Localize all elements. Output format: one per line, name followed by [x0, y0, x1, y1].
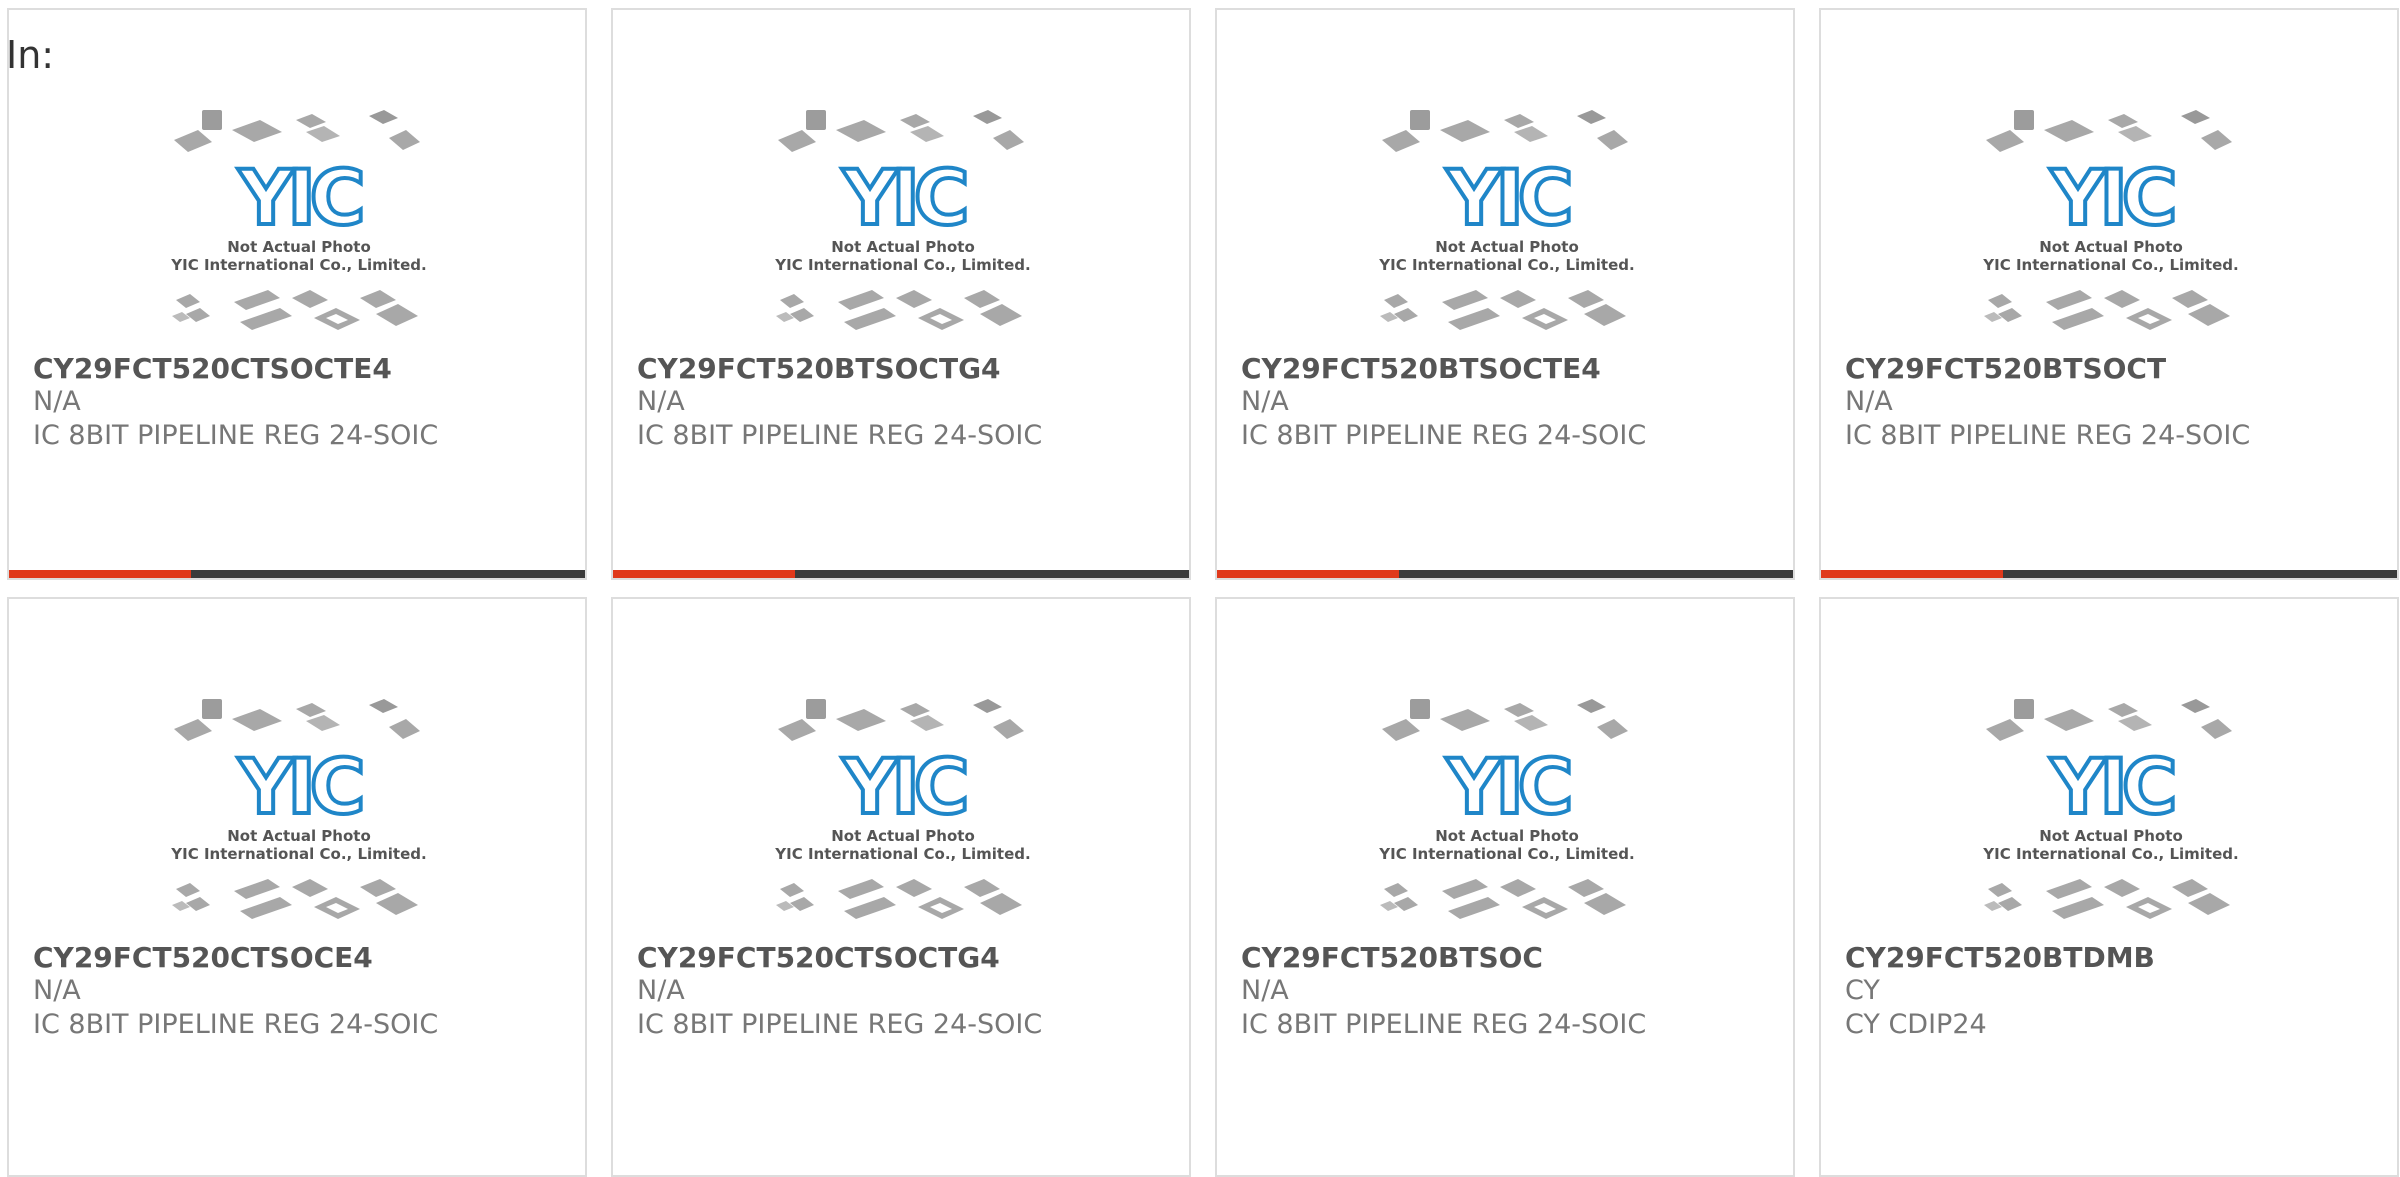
part-number-link[interactable]: CY29FCT520CTSOCE4	[33, 941, 373, 975]
manufacturer-text: N/A	[1241, 386, 1289, 417]
card-bottom-bar	[9, 570, 585, 578]
caption-line1: Not Actual Photo	[2039, 238, 2183, 256]
yic-logo: YIC	[237, 742, 360, 831]
product-card[interactable]: YIC Not Actual Photo YIC International Co.…	[611, 8, 1191, 580]
caption-line2: YIC International Co., Limited.	[1982, 256, 2238, 274]
caption-line2: YIC International Co., Limited.	[1378, 256, 1634, 274]
manufacturer-text: N/A	[33, 975, 81, 1006]
caption-line1: Not Actual Photo	[227, 238, 371, 256]
product-photo-placeholder[interactable]: YIC Not Actual Photo YIC International Co.…	[164, 691, 434, 936]
card-bottom-bar	[1217, 570, 1793, 578]
description-text: IC 8BIT PIPELINE REG 24-SOIC	[33, 420, 439, 451]
chip-cluster-bottom	[1380, 879, 1626, 919]
card-bar-accent	[1217, 570, 1399, 578]
description-text: CY CDIP24	[1845, 1009, 1987, 1040]
card-bottom-bar	[613, 570, 1189, 578]
chip-cluster-bottom	[172, 879, 418, 919]
yic-logo: YIC	[841, 153, 964, 242]
description-text: IC 8BIT PIPELINE REG 24-SOIC	[637, 420, 1043, 451]
manufacturer-text: N/A	[33, 386, 81, 417]
yic-logo: YIC	[2049, 153, 2172, 242]
manufacturer-text: N/A	[1241, 975, 1289, 1006]
part-number-link[interactable]: CY29FCT520BTSOC	[1241, 941, 1543, 975]
filter-in-label: In:	[6, 33, 55, 77]
caption-line2: YIC International Co., Limited.	[170, 845, 426, 863]
yic-logo: YIC	[237, 153, 360, 242]
product-photo-placeholder[interactable]: YIC Not Actual Photo YIC International Co.…	[1372, 102, 1642, 347]
product-card[interactable]: YIC Not Actual Photo YIC International Co.…	[7, 597, 587, 1177]
yic-logo: YIC	[2049, 742, 2172, 831]
chip-cluster-bottom	[776, 879, 1022, 919]
product-photo-placeholder[interactable]: YIC Not Actual Photo YIC International Co.…	[1976, 102, 2246, 347]
product-card[interactable]: YIC Not Actual Photo YIC International Co.…	[1819, 597, 2399, 1177]
description-text: IC 8BIT PIPELINE REG 24-SOIC	[1241, 420, 1647, 451]
chip-cluster-top	[174, 699, 420, 741]
part-number-link[interactable]: CY29FCT520BTSOCTG4	[637, 352, 1001, 386]
caption-line1: Not Actual Photo	[1435, 238, 1579, 256]
chip-cluster-bottom	[1380, 290, 1626, 330]
card-bar-accent	[613, 570, 795, 578]
description-text: IC 8BIT PIPELINE REG 24-SOIC	[1845, 420, 2251, 451]
product-card[interactable]: YIC Not Actual Photo YIC International Co.…	[1819, 8, 2399, 580]
caption-line1: Not Actual Photo	[831, 238, 975, 256]
product-card[interactable]: YIC Not Actual Photo YIC International Co.…	[1215, 597, 1795, 1177]
product-card[interactable]: YIC Not Actual Photo YIC International Co.…	[1215, 8, 1795, 580]
yic-logo: YIC	[841, 742, 964, 831]
chip-cluster-bottom	[172, 290, 418, 330]
chip-cluster-bottom	[1984, 290, 2230, 330]
card-bar-accent	[1821, 570, 2003, 578]
yic-logo: YIC	[1445, 742, 1568, 831]
description-text: IC 8BIT PIPELINE REG 24-SOIC	[637, 1009, 1043, 1040]
caption-line2: YIC International Co., Limited.	[170, 256, 426, 274]
part-number-link[interactable]: CY29FCT520BTDMB	[1845, 941, 2155, 975]
description-text: IC 8BIT PIPELINE REG 24-SOIC	[33, 1009, 439, 1040]
product-card[interactable]: YIC Not Actual Photo YIC International Co.…	[611, 597, 1191, 1177]
card-bar-accent	[9, 570, 191, 578]
part-number-link[interactable]: CY29FCT520BTSOCTE4	[1241, 352, 1601, 386]
chip-cluster-top	[174, 110, 420, 152]
product-photo-placeholder[interactable]: YIC Not Actual Photo YIC International Co.…	[1372, 691, 1642, 936]
caption-line1: Not Actual Photo	[2039, 827, 2183, 845]
caption-line1: Not Actual Photo	[1435, 827, 1579, 845]
chip-cluster-top	[1382, 110, 1628, 152]
card-bottom-bar	[1821, 570, 2397, 578]
product-photo-placeholder[interactable]: YIC Not Actual Photo YIC International Co.…	[164, 102, 434, 347]
manufacturer-text: N/A	[637, 386, 685, 417]
description-text: IC 8BIT PIPELINE REG 24-SOIC	[1241, 1009, 1647, 1040]
part-number-link[interactable]: CY29FCT520BTSOCT	[1845, 352, 2166, 386]
caption-line2: YIC International Co., Limited.	[1378, 845, 1634, 863]
product-photo-placeholder[interactable]: YIC Not Actual Photo YIC International Co.…	[768, 102, 1038, 347]
caption-line2: YIC International Co., Limited.	[1982, 845, 2238, 863]
caption-line2: YIC International Co., Limited.	[774, 256, 1030, 274]
caption-line1: Not Actual Photo	[227, 827, 371, 845]
yic-logo: YIC	[1445, 153, 1568, 242]
chip-cluster-top	[1382, 699, 1628, 741]
caption-line1: Not Actual Photo	[831, 827, 975, 845]
part-number-link[interactable]: CY29FCT520CTSOCTG4	[637, 941, 1000, 975]
caption-line2: YIC International Co., Limited.	[774, 845, 1030, 863]
chip-cluster-bottom	[1984, 879, 2230, 919]
product-photo-placeholder[interactable]: YIC Not Actual Photo YIC International Co.…	[768, 691, 1038, 936]
chip-cluster-bottom	[776, 290, 1022, 330]
manufacturer-text: N/A	[1845, 386, 1893, 417]
product-card[interactable]: YIC Not Actual Photo YIC International Co.…	[7, 8, 587, 580]
part-number-link[interactable]: CY29FCT520CTSOCTE4	[33, 352, 392, 386]
manufacturer-text: N/A	[637, 975, 685, 1006]
chip-cluster-top	[1986, 699, 2232, 741]
chip-cluster-top	[778, 699, 1024, 741]
manufacturer-text: CY	[1845, 975, 1880, 1006]
chip-cluster-top	[1986, 110, 2232, 152]
product-photo-placeholder[interactable]: YIC Not Actual Photo YIC International Co.…	[1976, 691, 2246, 936]
chip-cluster-top	[778, 110, 1024, 152]
